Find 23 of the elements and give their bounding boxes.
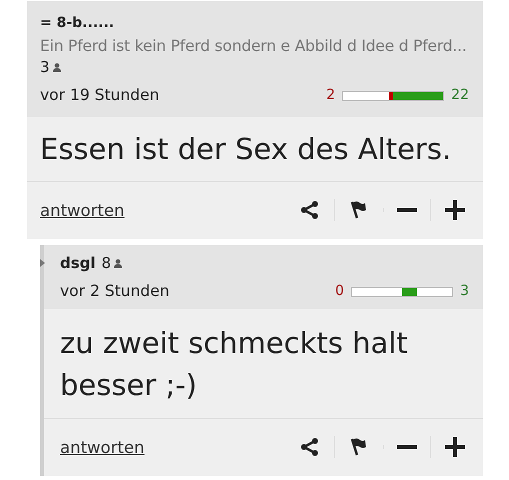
user-signature: Ein Pferd ist kein Pferd sondern e Abbild d Idee d Pferd... bbox=[40, 36, 468, 57]
person-icon bbox=[52, 63, 61, 72]
follower-count: 8 bbox=[102, 253, 112, 274]
share-icon bbox=[299, 436, 321, 458]
person-icon bbox=[114, 259, 122, 268]
plus-icon bbox=[444, 199, 466, 221]
share-icon bbox=[299, 199, 321, 221]
comment-text: Essen ist der Sex des Alters. bbox=[40, 131, 452, 168]
follower-count: 3 bbox=[40, 57, 50, 78]
downvote-count: 0 bbox=[335, 282, 344, 301]
plus-icon bbox=[444, 436, 466, 458]
upvote-count: 3 bbox=[460, 282, 469, 301]
minus-icon bbox=[397, 445, 417, 449]
author-name[interactable]: dsgl bbox=[60, 253, 96, 274]
timestamp: vor 2 Stunden bbox=[60, 281, 170, 302]
reply-link[interactable]: antworten bbox=[60, 438, 144, 456]
timestamp: vor 19 Stunden bbox=[40, 85, 160, 106]
minus-icon bbox=[397, 208, 417, 212]
comment-text: zu zweit schmeckts halt besser ;-) bbox=[60, 325, 409, 404]
upvote-count: 22 bbox=[451, 86, 469, 105]
author-name[interactable]: = 8-b...... bbox=[40, 13, 114, 34]
downvote-count: 2 bbox=[326, 86, 336, 105]
reply-link[interactable]: antworten bbox=[40, 200, 124, 220]
